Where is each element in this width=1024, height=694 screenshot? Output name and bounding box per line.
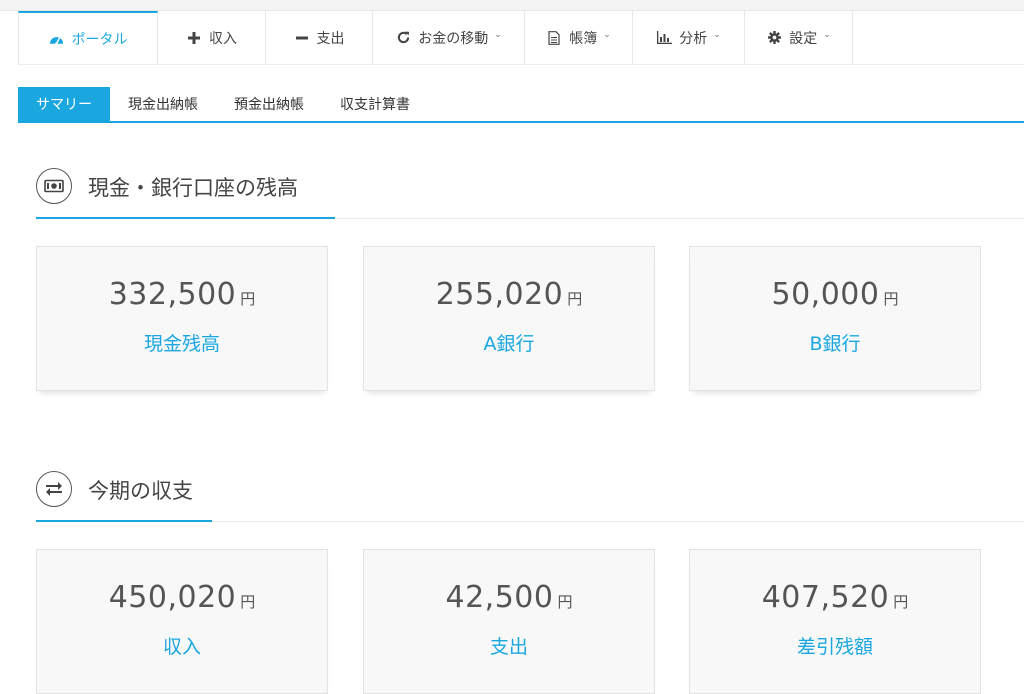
nav-expense-label: 支出: [316, 30, 345, 47]
card-amount: 255,020 円: [435, 277, 583, 312]
card-amount: 50,000 円: [771, 277, 899, 312]
sub-tabs: サマリー 現金出納帳 預金出納帳 収支計算書: [18, 87, 1024, 123]
nav-portal[interactable]: ポータル: [18, 11, 158, 64]
period-card-balance: 407,520 円 差引残額: [689, 549, 981, 694]
card-label[interactable]: 支出: [364, 632, 654, 659]
tab-cash-book[interactable]: 現金出納帳: [110, 87, 216, 121]
nav-analysis-label: 分析: [679, 30, 708, 47]
card-amount: 450,020 円: [108, 580, 256, 615]
period-section-header: 今期の収支: [36, 469, 1024, 522]
nav-settings[interactable]: 設定 ⌄: [745, 11, 853, 64]
nav-analysis[interactable]: 分析 ⌄: [633, 11, 745, 64]
dashboard-icon: [49, 31, 65, 47]
nav-transfer[interactable]: お金の移動 ⌄: [373, 11, 525, 64]
balances-section-title: 現金・銀行口座の残高: [88, 176, 298, 200]
section-underline: [36, 520, 212, 522]
tab-income-statement[interactable]: 収支計算書: [322, 87, 428, 121]
card-label[interactable]: 収入: [37, 632, 327, 659]
card-label[interactable]: A銀行: [364, 329, 654, 356]
bar-chart-icon: [656, 30, 672, 46]
top-strip: [0, 0, 1024, 11]
card-label[interactable]: 現金残高: [37, 329, 327, 356]
nav-portal-label: ポータル: [71, 31, 128, 48]
section-underline: [36, 217, 335, 219]
card-amount: 42,500 円: [445, 580, 573, 615]
chevron-down-icon: ⌄: [603, 29, 611, 40]
nav-income[interactable]: 収入: [158, 11, 266, 64]
nav-settings-label: 設定: [789, 30, 818, 47]
period-card-income: 450,020 円 収入: [36, 549, 328, 694]
chevron-down-icon: ⌄: [823, 29, 831, 40]
chevron-down-icon: ⌄: [494, 29, 502, 40]
nav-ledger-label: 帳簿: [569, 30, 598, 47]
refresh-icon: [395, 30, 411, 46]
period-card-expense: 42,500 円 支出: [363, 549, 655, 694]
card-amount: 332,500 円: [108, 277, 256, 312]
money-icon: [36, 168, 72, 204]
minus-icon: [294, 30, 310, 46]
plus-icon: [186, 30, 202, 46]
card-label[interactable]: B銀行: [690, 329, 980, 356]
nav-income-label: 収入: [209, 30, 237, 47]
nav-transfer-label: お金の移動: [418, 30, 489, 47]
chevron-down-icon: ⌄: [713, 29, 721, 40]
period-section-title: 今期の収支: [88, 479, 193, 503]
nav-ledger[interactable]: 帳簿 ⌄: [525, 11, 633, 64]
gear-icon: [766, 30, 782, 46]
balance-card-bank-a: 255,020 円 A銀行: [363, 246, 655, 391]
tab-deposit-book[interactable]: 預金出納帳: [216, 87, 322, 121]
tab-summary[interactable]: サマリー: [18, 87, 110, 121]
card-label[interactable]: 差引残額: [690, 632, 980, 659]
balance-card-cash: 332,500 円 現金残高: [36, 246, 328, 391]
nav-expense[interactable]: 支出: [266, 11, 373, 64]
main-nav: ポータル 収入 支出 お金の移動 ⌄ 帳簿 ⌄ 分析 ⌄ 設定 ⌄: [18, 11, 1024, 65]
balance-card-bank-b: 50,000 円 B銀行: [689, 246, 981, 391]
document-icon: [546, 30, 562, 46]
exchange-icon: [36, 471, 72, 507]
card-amount: 407,520 円: [761, 580, 909, 615]
balances-section-header: 現金・銀行口座の残高: [36, 166, 1024, 219]
